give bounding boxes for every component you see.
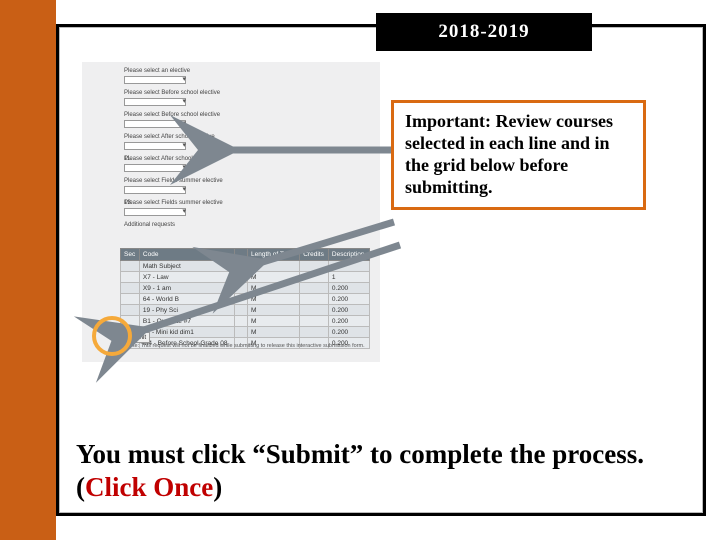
cell: M bbox=[248, 261, 300, 272]
year-banner: 2018-2019 bbox=[376, 13, 592, 51]
line-dropdown[interactable] bbox=[124, 186, 186, 194]
cell: 0.200 bbox=[328, 316, 369, 327]
th: Description bbox=[328, 249, 369, 261]
line-label: Please select After school elective bbox=[124, 156, 374, 162]
cell: M bbox=[248, 294, 300, 305]
line-label: Additional requests bbox=[124, 222, 374, 228]
submit-note: Note: This request will not be finalized… bbox=[126, 343, 365, 349]
left-sidebar bbox=[0, 0, 56, 540]
line-dropdown[interactable] bbox=[124, 98, 186, 106]
cell: X9 - 1 am bbox=[139, 283, 234, 294]
cell: 19 - Phy Sci bbox=[139, 305, 234, 316]
th: Code bbox=[139, 249, 234, 261]
line-label: Please select Before school elective bbox=[124, 112, 374, 118]
line-label: Please select After school elective bbox=[124, 134, 374, 140]
cell: 0.200 bbox=[328, 305, 369, 316]
cell: Math Subject bbox=[139, 261, 234, 272]
cell: 1 bbox=[328, 272, 369, 283]
cell: M bbox=[248, 305, 300, 316]
cell: B1 - Our date #7 bbox=[139, 316, 234, 327]
line-label: Please select Fields summer elective bbox=[124, 178, 374, 184]
line-label: Please select Fields summer elective bbox=[124, 200, 374, 206]
bottom-text-emphasis: Click Once bbox=[85, 472, 213, 502]
line-dropdown[interactable] bbox=[124, 142, 186, 150]
th: Length of Term bbox=[248, 249, 300, 261]
cell: M bbox=[248, 283, 300, 294]
line-dropdown[interactable] bbox=[124, 208, 186, 216]
cell: 64 - World B bbox=[139, 294, 234, 305]
important-callout: Important: Review courses selected in ea… bbox=[391, 100, 646, 210]
submit-highlight-circle bbox=[92, 316, 132, 356]
cell: 0.200 bbox=[328, 283, 369, 294]
bottom-instruction: You must click “Submit” to complete the … bbox=[76, 438, 704, 504]
cell: X7 - Law bbox=[139, 272, 234, 283]
screenshot-panel: Please select an elective Please select … bbox=[82, 62, 380, 362]
th: Credits bbox=[300, 249, 329, 261]
line-label: Please select an elective bbox=[124, 68, 374, 74]
line-dropdown[interactable] bbox=[124, 120, 186, 128]
line-label: Please select Before school elective bbox=[124, 90, 374, 96]
th: Sec bbox=[121, 249, 140, 261]
cell: 1 bbox=[328, 261, 369, 272]
bottom-text-3: ) bbox=[213, 472, 222, 502]
cell: 0.200 bbox=[328, 294, 369, 305]
line-dropdown[interactable] bbox=[124, 164, 186, 172]
th bbox=[235, 249, 248, 261]
cell: M bbox=[248, 272, 300, 283]
cell: M bbox=[248, 316, 300, 327]
line-dropdown[interactable] bbox=[124, 76, 186, 84]
